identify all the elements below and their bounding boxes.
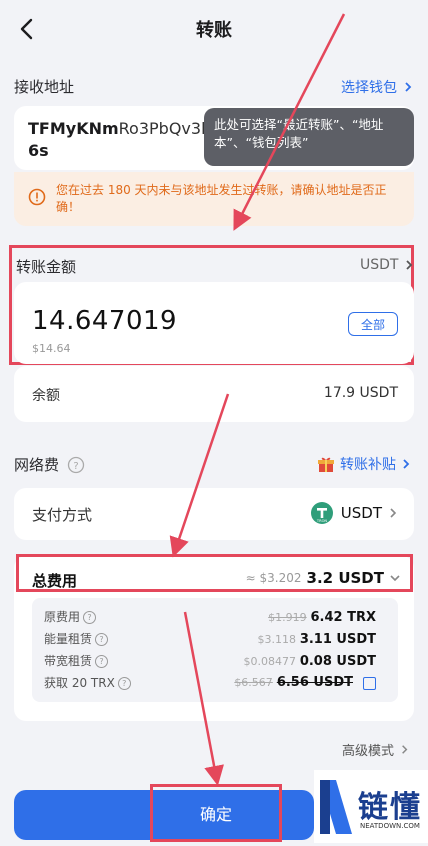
arrow-to-confirm — [183, 611, 224, 786]
arrow-to-amount — [233, 13, 346, 231]
annotation-arrows — [169, 13, 346, 786]
arrow-to-fee — [169, 393, 230, 558]
